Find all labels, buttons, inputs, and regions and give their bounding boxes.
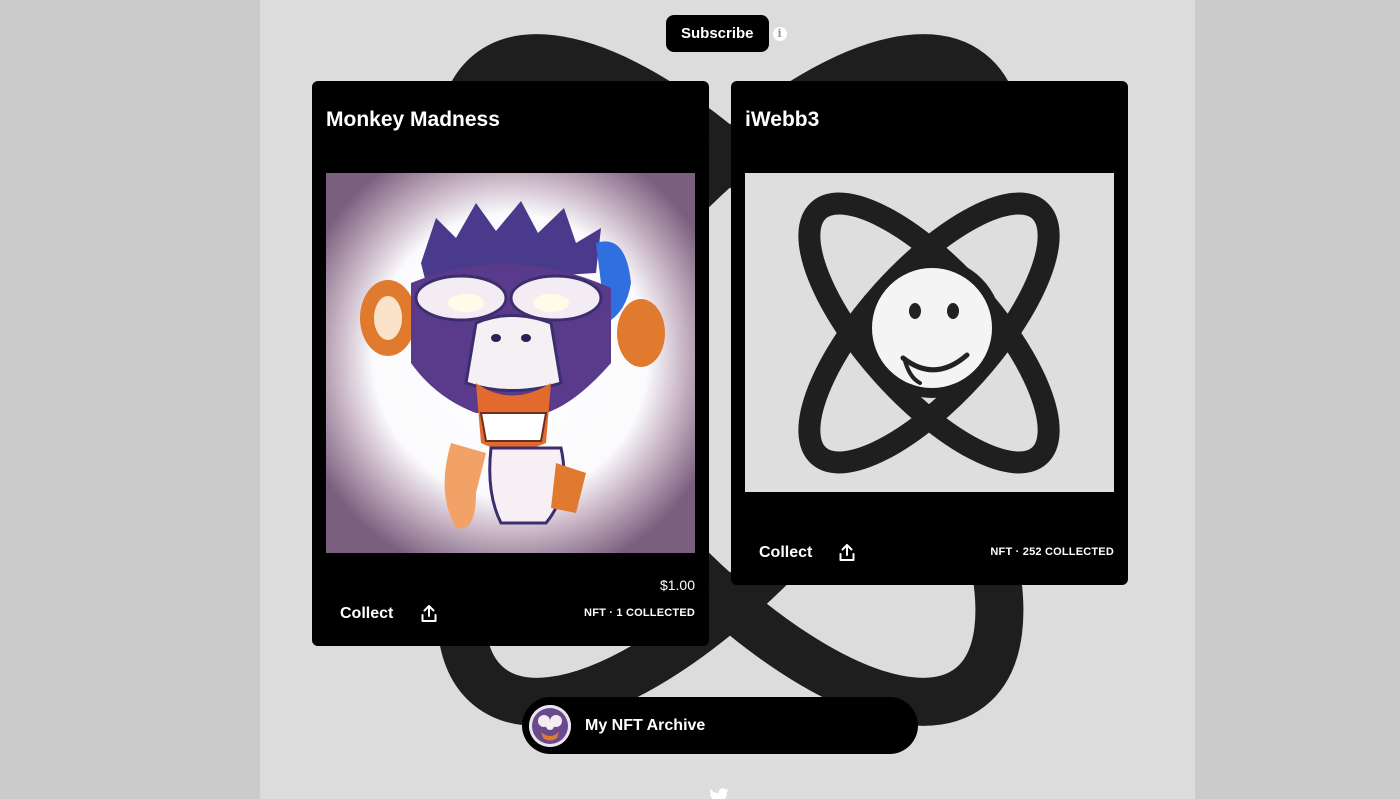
info-icon[interactable]: i — [772, 26, 787, 41]
subscribe-area: Subscribe i — [666, 15, 787, 52]
monkey-artwork[interactable] — [326, 173, 695, 553]
card-title: Monkey Madness — [326, 108, 500, 131]
nft-card-iwebb3: iWebb3 Collect NFT · 252 COLLECTED — [731, 81, 1128, 585]
nft-card-monkey-madness: Monkey Madness $1.00 Collect NFT · 1 COL… — [312, 81, 709, 646]
collect-button[interactable]: Collect — [759, 544, 812, 562]
collection-stats: NFT · 252 COLLECTED — [990, 546, 1114, 558]
collect-button[interactable]: Collect — [340, 605, 393, 623]
archive-profile-link[interactable]: My NFT Archive — [522, 697, 918, 754]
card-title: iWebb3 — [745, 108, 820, 131]
archive-name: My NFT Archive — [585, 716, 706, 734]
smiley-rings-artwork[interactable] — [745, 173, 1114, 492]
page-container: Subscribe i Monkey Madness $1.00 Collect… — [260, 0, 1195, 799]
subscribe-button[interactable]: Subscribe — [666, 15, 769, 52]
share-icon[interactable] — [839, 544, 855, 562]
avatar — [529, 704, 571, 747]
twitter-icon[interactable] — [708, 788, 730, 799]
price-label: $1.00 — [659, 577, 695, 593]
share-icon[interactable] — [421, 605, 437, 623]
collection-stats: NFT · 1 COLLECTED — [584, 607, 695, 619]
